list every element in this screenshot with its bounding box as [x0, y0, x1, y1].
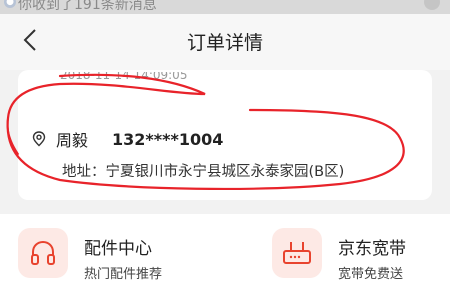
tile-subtitle: 热门配件推荐 — [84, 267, 163, 282]
tile-title: 京东宽带 — [338, 239, 406, 259]
tile-broadband[interactable]: 京东宽带 宽带免费送 — [272, 228, 442, 288]
service-tiles: 配件中心 热门配件推荐 京东宽带 宽带免费送 — [0, 214, 450, 300]
page-header: 订单详情 — [0, 14, 450, 70]
page-title: 订单详情 — [186, 32, 263, 54]
tile-subtitle: 宽带免费送 — [338, 267, 404, 282]
recipient-phone: 132****1004 — [112, 129, 224, 149]
tile-parts-center[interactable]: 配件中心 热门配件推荐 — [18, 228, 208, 288]
headphones-icon — [18, 228, 68, 278]
recipient-address: 地址：宁夏银川市永宁县城区永泰家园(B区) — [62, 164, 345, 180]
tile-title: 配件中心 — [84, 239, 152, 259]
order-date: 2018-11-14 14:09:05 — [60, 72, 188, 82]
status-icon — [424, 0, 440, 10]
notification-bar: ● 你收到了191条新消息 — [0, 0, 450, 14]
recipient-row: 周毅 132****1004 — [32, 128, 223, 150]
notification-text: 你收到了191条新消息 — [18, 0, 157, 13]
recipient-name: 周毅 — [56, 131, 89, 150]
notification-icon: ● — [4, 0, 16, 8]
router-icon — [272, 228, 322, 278]
location-pin-icon — [32, 131, 46, 147]
order-address-card[interactable]: 2018-11-14 14:09:05 周毅 132****1004 地址：宁夏… — [18, 70, 432, 200]
